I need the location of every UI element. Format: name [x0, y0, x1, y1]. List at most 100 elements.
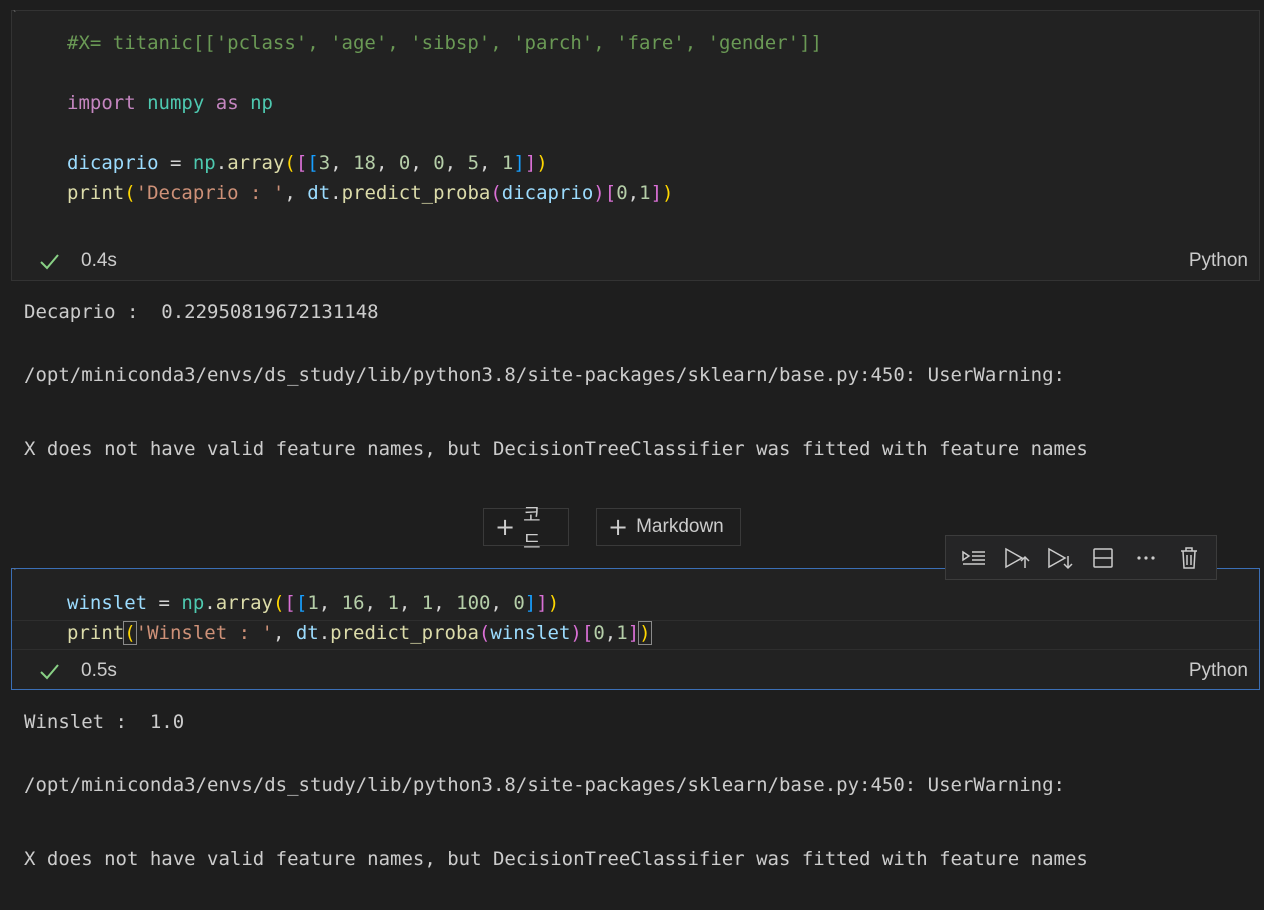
execute-below-icon[interactable]: [1045, 543, 1075, 573]
plus-icon: +: [495, 513, 516, 541]
code-token: 1: [307, 592, 319, 614]
code-line: print('Decaprio : ', dt.predict_proba(di…: [67, 179, 673, 207]
add-code-label: 코드: [523, 505, 541, 553]
code-token: np: [250, 92, 273, 114]
code-token: ]: [650, 182, 663, 204]
code-token: ): [638, 621, 652, 645]
code-token: ): [593, 182, 605, 204]
output-line: X does not have valid feature names, but…: [24, 438, 1088, 460]
delete-icon[interactable]: [1174, 543, 1204, 573]
add-markdown-label: Markdown: [636, 516, 724, 537]
code-token: ): [536, 152, 548, 174]
run-by-line-icon[interactable]: [959, 543, 989, 573]
code-token: 18: [353, 152, 376, 174]
code-token: .: [204, 592, 216, 614]
execution-time: 0.5s: [81, 660, 117, 681]
code-token: ]: [627, 622, 640, 644]
code-token: print: [67, 182, 125, 204]
cell-2-status-bar: 0.5s Python: [12, 657, 1259, 685]
execute-above-icon[interactable]: [1002, 543, 1032, 573]
code-token: =: [158, 152, 193, 174]
code-token: 0: [433, 152, 445, 174]
code-token: print: [67, 622, 125, 644]
output-line: Winslet : 1.0: [24, 711, 185, 733]
plus-icon: +: [608, 513, 629, 541]
cell-language[interactable]: Python: [1189, 657, 1248, 685]
more-icon[interactable]: [1131, 543, 1161, 573]
code-token: ,: [604, 622, 617, 644]
code-token: #X= titanic[['pclass', 'age', 'sibsp', '…: [67, 32, 822, 54]
code-token: (: [490, 182, 502, 204]
add-markdown-cell-button[interactable]: + Markdown: [596, 508, 741, 546]
code-token: (: [284, 152, 296, 174]
code-token: ): [547, 592, 560, 614]
code-cell-1[interactable]: ` #X= titanic[['pclass', 'age', 'sibsp',…: [11, 10, 1260, 281]
code-cell-2[interactable]: ` winslet = np.array([[1, 16, 1, 1, 100,…: [11, 568, 1260, 690]
code-token: [: [295, 592, 308, 614]
cell-fold-marker: `: [12, 568, 19, 579]
code-token: =: [147, 592, 182, 614]
code-token: 1: [639, 182, 651, 204]
code-token: [: [284, 592, 296, 614]
code-token: ,: [375, 152, 399, 174]
code-token: 1: [421, 592, 434, 614]
code-token: 'Decaprio : ': [135, 182, 285, 204]
output-line: Decaprio : 0.22950819672131148: [24, 301, 379, 323]
add-code-cell-button[interactable]: + 코드: [483, 505, 569, 553]
code-token: numpy: [147, 92, 205, 114]
code-token: 'Winslet : ': [135, 622, 273, 644]
output-line: /opt/miniconda3/envs/ds_study/lib/python…: [24, 364, 1065, 386]
code-token: ,: [398, 592, 422, 614]
execution-time: 0.4s: [81, 250, 117, 271]
code-token: 0: [593, 622, 605, 644]
code-token: dt: [307, 182, 331, 204]
code-line: #X= titanic[['pclass', 'age', 'sibsp', '…: [67, 29, 822, 57]
code-token: ]: [524, 592, 537, 614]
check-icon: [38, 657, 60, 685]
output-line: /opt/miniconda3/envs/ds_study/lib/python…: [24, 774, 1065, 796]
code-token: ,: [410, 152, 434, 174]
code-token: predict_proba: [330, 622, 479, 644]
code-token: array: [215, 592, 273, 614]
code-token: ,: [284, 182, 308, 204]
code-token: ,: [364, 592, 388, 614]
code-token: dicaprio: [501, 182, 594, 204]
code-token: (: [272, 592, 285, 614]
code-token: dt: [295, 622, 319, 644]
code-token: .: [215, 152, 228, 174]
code-token: ): [570, 622, 582, 644]
code-token: import: [67, 92, 136, 114]
code-token: (: [124, 182, 136, 204]
code-token: as: [215, 92, 239, 114]
code-token: np: [181, 592, 205, 614]
code-token: .: [318, 622, 331, 644]
code-token: ,: [479, 152, 502, 174]
code-token: winslet: [67, 592, 148, 614]
code-line: print('Winslet : ', dt.predict_proba(win…: [67, 619, 652, 647]
code-token: predict_proba: [341, 182, 491, 204]
code-token: .: [330, 182, 342, 204]
code-token: ]: [536, 592, 548, 614]
code-line: import numpy as np: [67, 89, 273, 117]
code-token: dicaprio: [67, 152, 159, 174]
code-token: 16: [341, 592, 365, 614]
code-token: ,: [330, 152, 354, 174]
cell-toolbar: [945, 535, 1217, 580]
code-line: dicaprio = np.array([[3, 18, 0, 0, 5, 1]…: [67, 149, 548, 177]
code-token: 1: [616, 622, 628, 644]
code-token: 100: [456, 592, 491, 614]
code-token: array: [227, 152, 285, 174]
code-token: ,: [318, 592, 342, 614]
code-token: [: [307, 152, 319, 174]
code-token: 0: [616, 182, 628, 204]
code-token: ): [662, 182, 674, 204]
code-token: np: [192, 152, 216, 174]
code-token: ]: [524, 152, 537, 174]
code-token: 5: [467, 152, 480, 174]
split-cell-icon[interactable]: [1088, 543, 1118, 573]
cell-language[interactable]: Python: [1189, 247, 1248, 275]
code-token: 3: [318, 152, 331, 174]
